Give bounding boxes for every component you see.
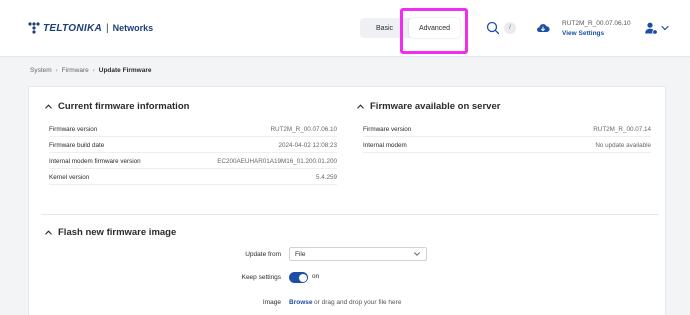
firmware-info: RUT2M_R_00.07.06.10 View Settings — [562, 20, 631, 37]
breadcrumb-system[interactable]: System — [30, 67, 52, 74]
current-fw-row: Internal modem firmware version EC200AEU… — [49, 154, 337, 169]
current-fw-row: Firmware version RUT2M_R_00.07.06.10 — [49, 122, 337, 137]
header-firmware-version: RUT2M_R_00.07.06.10 — [562, 20, 631, 27]
row-label: Firmware version — [49, 125, 98, 133]
server-fw-row: Internal modem No update available — [363, 138, 651, 153]
current-fw-row: Firmware build date 2024-04-02 12:08:23 — [49, 138, 337, 153]
chevron-up-icon — [45, 230, 52, 235]
search-shortcut-badge: / — [504, 22, 516, 34]
teltonika-logo-icon — [28, 22, 40, 34]
row-value: 5.4.259 — [315, 173, 337, 181]
row-label: Internal modem — [363, 141, 407, 149]
annotation-highlight — [400, 8, 468, 54]
chevron-down-icon — [414, 252, 420, 256]
row-value: EC200AEUHAR01A19M16_01.200.01.200 — [217, 157, 337, 165]
server-firmware-title: Firmware available on server — [370, 101, 501, 112]
keep-settings-toggle[interactable] — [289, 272, 308, 283]
breadcrumb-current: Update Firmware — [98, 67, 152, 74]
flash-firmware-title: Flash new firmware image — [58, 227, 177, 238]
view-settings-link[interactable]: View Settings — [562, 30, 631, 37]
row-label: Internal modem firmware version — [49, 157, 141, 165]
breadcrumb-chevron-icon: › — [55, 67, 58, 74]
row-label: Kernel version — [49, 173, 90, 181]
firmware-card: Current firmware information Firmware ve… — [28, 86, 666, 315]
current-firmware-header[interactable]: Current firmware information — [45, 101, 189, 112]
current-firmware-title: Current firmware information — [58, 101, 190, 112]
row-value: RUT2M_R_00.07.14 — [593, 125, 651, 133]
update-from-label: Update from — [245, 251, 281, 258]
user-settings-icon[interactable] — [644, 21, 658, 35]
teltonika-logo[interactable]: TELTONIKA | Networks — [27, 20, 153, 36]
section-divider — [41, 214, 659, 215]
server-firmware-header[interactable]: Firmware available on server — [357, 101, 500, 112]
chevron-up-icon — [357, 104, 364, 109]
chevron-down-icon[interactable] — [661, 25, 669, 31]
drop-file-hint: or drag and drop your file here — [314, 299, 402, 306]
server-fw-row: Firmware version RUT2M_R_00.07.14 — [363, 122, 651, 137]
brand-separator: | — [106, 22, 109, 34]
brand-name: TELTONIKA — [43, 22, 102, 34]
search-icon — [486, 21, 500, 35]
row-value: 2024-04-02 12:08:23 — [278, 141, 337, 149]
breadcrumb-firmware[interactable]: Firmware — [62, 67, 89, 74]
chevron-up-icon — [45, 104, 52, 109]
keep-settings-state: on — [312, 273, 320, 280]
keep-settings-label: Keep settings — [241, 274, 281, 281]
flash-firmware-header[interactable]: Flash new firmware image — [45, 227, 176, 238]
breadcrumb: System › Firmware › Update Firmware — [30, 67, 152, 74]
image-label: Image — [262, 299, 281, 306]
toggle-knob — [298, 273, 307, 282]
row-value: No update available — [595, 141, 651, 149]
update-from-value: File — [295, 250, 306, 258]
brand-subtitle: Networks — [112, 23, 154, 33]
breadcrumb-chevron-icon: › — [92, 67, 95, 74]
current-fw-row: Kernel version 5.4.259 — [49, 170, 337, 185]
search-button[interactable]: / — [486, 18, 518, 38]
row-value: RUT2M_R_00.07.06.10 — [270, 125, 337, 133]
row-label: Firmware build date — [49, 141, 105, 149]
cloud-download-icon[interactable] — [536, 22, 550, 34]
row-label: Firmware version — [363, 125, 412, 133]
update-from-select[interactable]: File — [289, 247, 427, 261]
browse-link[interactable]: Browse — [289, 299, 312, 306]
top-bar: TELTONIKA | Networks Basic Advanced / RU… — [0, 0, 690, 57]
